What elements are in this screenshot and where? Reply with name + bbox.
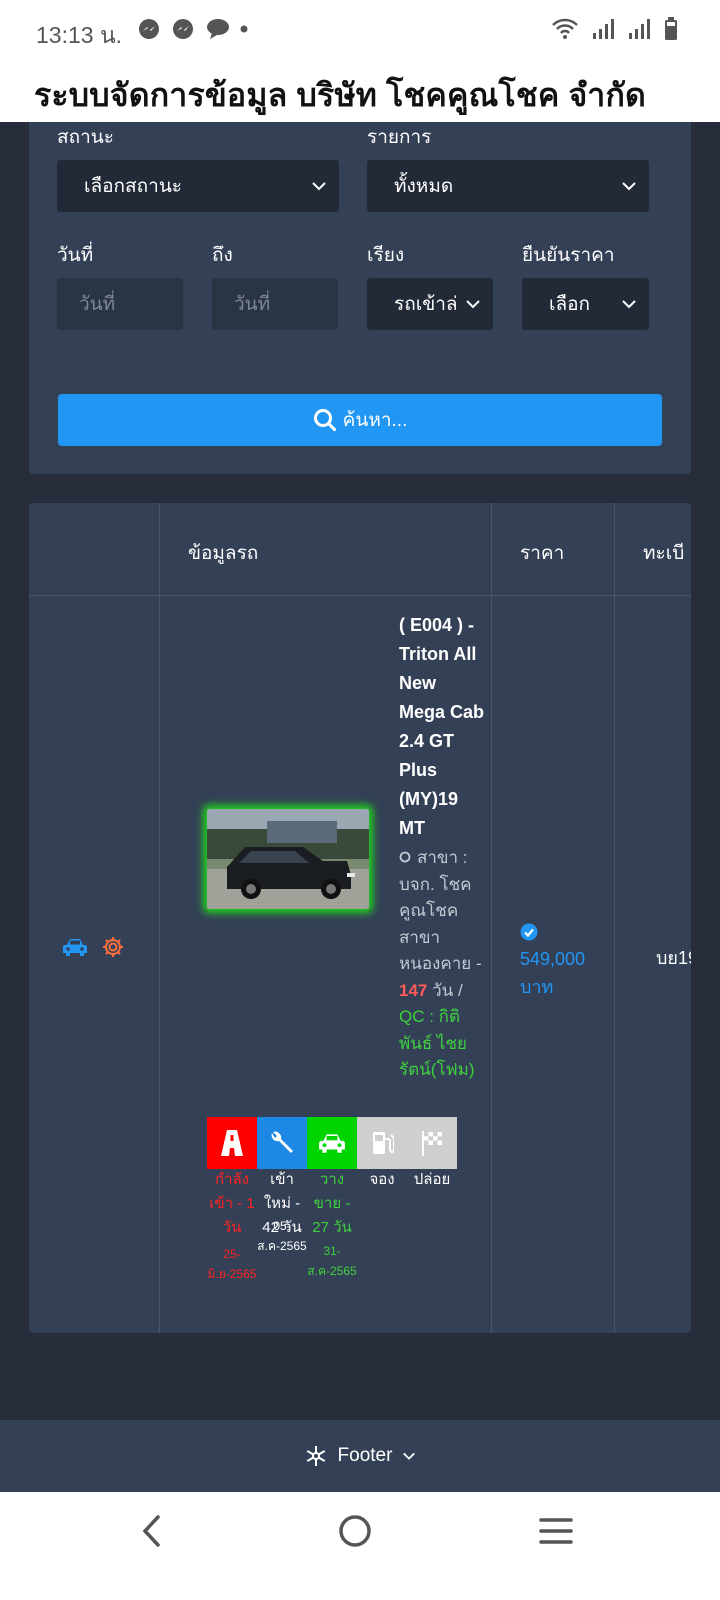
sort-select-value: รถเข้าล่ (394, 294, 458, 315)
road-icon (221, 1130, 243, 1156)
home-icon[interactable] (338, 1514, 372, 1548)
messenger-icon (139, 19, 159, 39)
back-icon[interactable] (140, 1514, 164, 1548)
stage-for-sale-date: 31-ส.ค-2565 (307, 1244, 357, 1278)
fuel-icon (373, 1132, 394, 1154)
date-to-input[interactable]: วันที่ (212, 278, 338, 330)
circle-icon (399, 851, 411, 863)
list-filter-label: รายการ (367, 127, 432, 148)
stage-incoming-date: 25-มิ.ย-2565 (207, 1247, 257, 1281)
chevron-down-icon (466, 300, 480, 309)
status-time: 13:13 น. (36, 22, 123, 48)
battery-icon (665, 17, 677, 40)
date-from-placeholder: วันที่ (79, 294, 116, 315)
status-bar: 13:13 น. (0, 0, 720, 60)
chat-bubble-icon (207, 19, 229, 39)
car-table: ข้อมูลรถ ราคา ทะเบี ( E004 ) - Triton Al… (29, 503, 691, 1333)
gear-icon[interactable] (101, 935, 125, 959)
table-header-registration: ทะเบี (643, 543, 685, 564)
status-stages (207, 1117, 457, 1169)
check-circle-icon (520, 923, 538, 941)
menu-icon[interactable] (538, 1516, 574, 1546)
wifi-icon (552, 18, 578, 39)
days-unit: วัน / (427, 980, 463, 1000)
stage-new[interactable] (257, 1117, 307, 1169)
search-button[interactable]: ค้นหา... (58, 394, 662, 446)
branch-text: สาขา : บจก. โชคคูณโชค สาขาหนองคาย - (399, 848, 482, 973)
price-confirm-select[interactable]: เลือก (522, 278, 649, 330)
stage-for-sale-label: วางขาย - 27 วัน (312, 1171, 352, 1236)
stage-for-sale[interactable] (307, 1117, 357, 1169)
registration-cell: บย19 (656, 948, 691, 968)
car-icon[interactable] (62, 936, 88, 958)
sort-label: เรียง (367, 245, 405, 266)
dot-icon (240, 25, 248, 33)
signal-icon (629, 19, 650, 39)
chevron-down-icon (622, 300, 636, 309)
page-title: ระบบจัดการข้อมูล บริษัท โชคคูณโชค จำกัด (34, 77, 647, 113)
footer-toggle[interactable]: Footer (0, 1420, 720, 1492)
car-meta: สาขา : บจก. โชคคูณโชค สาขาหนองคาย - 147 … (399, 845, 485, 1084)
car-title: ( E004 ) - Triton All New Mega Cab 2.4 G… (399, 615, 485, 838)
list-select-value: ทั้งหมด (394, 176, 454, 197)
chevron-down-icon (622, 182, 636, 191)
date-from-input[interactable]: วันที่ (57, 278, 183, 330)
price-unit: บาท (520, 977, 554, 997)
qc-text: QC : กิติพันธ์ ไชยรัตน์(โฟม) (399, 1007, 475, 1079)
snowflake-icon (306, 1446, 325, 1466)
days-count: 147 (399, 980, 428, 1000)
signal-icon (593, 19, 614, 39)
table-header-price: ราคา (520, 543, 565, 564)
app-header: ระบบจัดการข้อมูล บริษัท โชคคูณโชค จำกัด (0, 60, 720, 122)
price-confirm-label: ยืนยันราคา (522, 245, 615, 266)
stage-reserved-label: จอง (369, 1171, 395, 1188)
system-nav-bar (0, 1492, 720, 1600)
car-icon (319, 1134, 345, 1153)
status-filter-label: สถานะ (57, 127, 114, 148)
status-select-value: เลือกสถานะ (84, 176, 183, 197)
date-to-placeholder: วันที่ (234, 294, 271, 315)
filter-panel: สถานะ เลือกสถานะ รายการ ทั้งหมด วันที่ ว… (29, 122, 691, 474)
stage-released[interactable] (407, 1117, 457, 1169)
chevron-down-icon (312, 182, 326, 191)
date-from-label: วันที่ (57, 245, 94, 266)
stage-released-label: ปล่อย (413, 1171, 451, 1188)
wrench-icon (271, 1131, 293, 1153)
chevron-down-icon (403, 1452, 416, 1460)
search-button-label: ค้นหา... (342, 410, 408, 431)
car-thumbnail[interactable] (207, 809, 369, 909)
footer-label: Footer (337, 1445, 393, 1466)
table-header-car-info: ข้อมูลรถ (188, 543, 259, 564)
price-cell: 549,000 บาท (520, 923, 585, 1001)
checkered-flag-icon (422, 1131, 442, 1156)
sort-select[interactable]: รถเข้าล่ (367, 278, 493, 330)
stage-new-date: 05-ส.ค-2565 (257, 1219, 307, 1253)
search-icon (313, 409, 336, 432)
stage-incoming-label: กำลังเข้า - 1 วัน (209, 1171, 255, 1236)
messenger-icon (173, 19, 193, 39)
stage-reserved[interactable] (357, 1117, 407, 1169)
stage-incoming[interactable] (207, 1117, 257, 1169)
list-select[interactable]: ทั้งหมด (367, 160, 649, 212)
status-select[interactable]: เลือกสถานะ (57, 160, 339, 212)
date-to-label: ถึง (212, 245, 233, 266)
price-value: 549,000 (520, 949, 586, 969)
price-confirm-value: เลือก (549, 294, 591, 315)
